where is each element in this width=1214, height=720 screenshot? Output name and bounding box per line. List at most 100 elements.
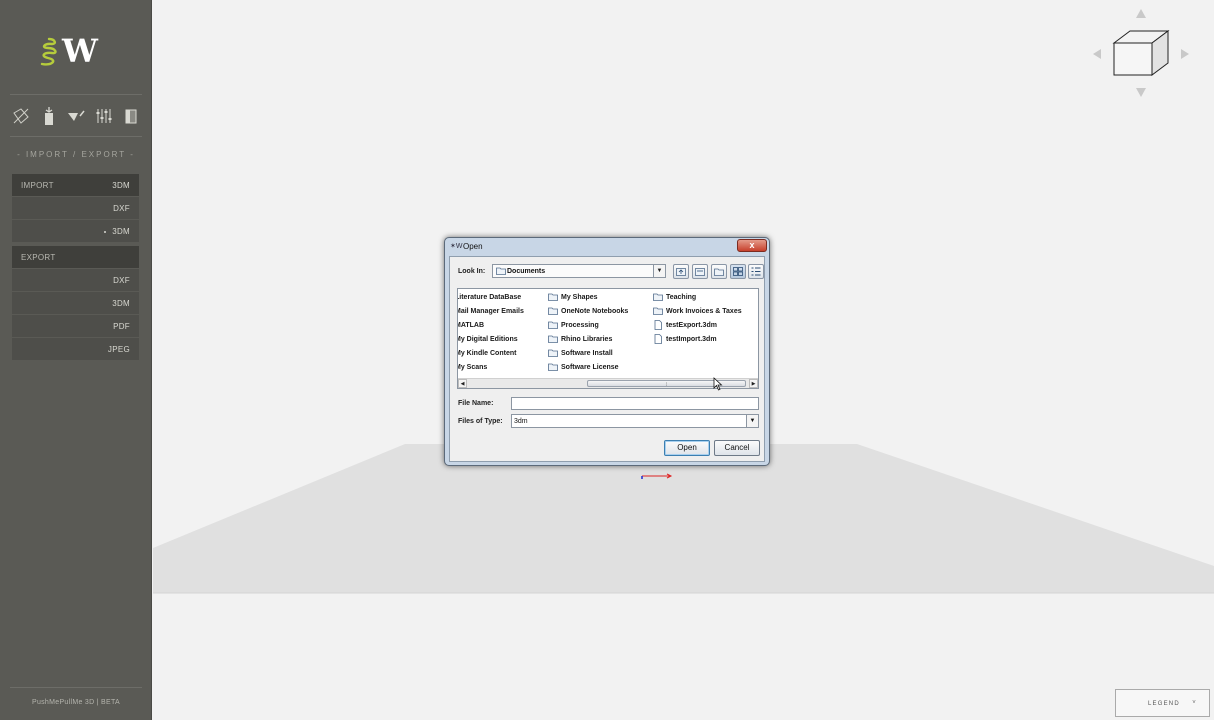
chevron-down-icon: ˅ (1192, 700, 1197, 706)
list-item[interactable]: Work Invoices & Taxes (653, 305, 742, 317)
export-header[interactable]: EXPORT (12, 246, 139, 268)
app-window-icon: ✶W (450, 243, 463, 250)
file-name-input[interactable] (511, 397, 759, 410)
close-button[interactable]: x (737, 239, 767, 252)
list-item-label: Teaching (666, 293, 697, 301)
nav-up-arrow-icon[interactable] (1136, 9, 1146, 18)
open-button[interactable]: Open (664, 440, 710, 456)
list-item-label: Rhino Libraries (561, 335, 613, 343)
logo-letter: W (62, 32, 98, 70)
list-item[interactable]: OneNote Notebooks (548, 305, 628, 317)
export-label: EXPORT (21, 253, 56, 262)
list-item-label: testExport.3dm (666, 321, 717, 329)
list-item[interactable]: Mail Manager Emails (457, 305, 524, 317)
list-item[interactable]: Processing (548, 319, 599, 331)
export-dxf[interactable]: DXF (12, 269, 139, 291)
export-panel-icon[interactable] (120, 105, 142, 127)
look-in-dropdown[interactable]: Documents ▼ (492, 264, 666, 278)
look-in-label: Look In: (458, 268, 486, 275)
import-3dm[interactable]: 3DM (12, 220, 139, 242)
file-list[interactable]: Literature DataBase Mail Manager Emails MA… (457, 288, 759, 389)
list-item-label: MATLAB (457, 321, 485, 329)
import-header[interactable]: IMPORT 3DM (12, 174, 139, 196)
list-item[interactable]: My Digital Editions (457, 333, 518, 345)
file-icon (654, 334, 662, 344)
export-pdf[interactable]: PDF (12, 315, 139, 337)
list-item-label: My Digital Editions (457, 335, 518, 343)
list-view-button[interactable] (730, 264, 746, 279)
list-item-label: Software License (561, 363, 619, 371)
import-label: IMPORT (21, 181, 54, 190)
app-version-label: PushMePullMe 3D | BETA (31, 699, 121, 706)
list-item[interactable]: testExport.3dm (653, 319, 717, 331)
legend-label: LEGEND (1148, 701, 1180, 707)
list-view-icon (733, 267, 743, 276)
new-folder-icon (714, 268, 724, 276)
sliders-icon[interactable] (93, 105, 115, 127)
list-item[interactable]: Literature DataBase (458, 291, 521, 303)
sidebar-divider (10, 687, 142, 688)
list-item[interactable]: Rhino Libraries (548, 333, 612, 345)
legend-toggle[interactable]: LEGEND ˅ (1115, 689, 1210, 717)
sidebar: W - IMPORT / EXPORT - IMPORT 3DM DXF 3DM (0, 0, 152, 720)
list-item[interactable]: testImport.3dm (653, 333, 717, 345)
list-item-label: My Shapes (561, 293, 598, 301)
files-of-type-label: Files of Type: (458, 418, 503, 425)
app-logo: W (38, 34, 118, 70)
folder-icon (548, 307, 558, 315)
view-navigation-cube[interactable] (1090, 8, 1190, 100)
up-folder-icon (676, 268, 686, 276)
scroll-right-icon[interactable]: ▶ (749, 379, 758, 388)
list-item[interactable]: Software Install (548, 347, 613, 359)
import-dxf[interactable]: DXF (12, 197, 139, 219)
paint-bucket-icon[interactable] (65, 105, 87, 127)
export-menu: EXPORT DXF 3DM PDF JPEG (12, 246, 139, 361)
scale-tool-icon[interactable] (10, 105, 32, 127)
list-item-label: My Scans (457, 363, 488, 371)
export-jpeg[interactable]: JPEG (12, 338, 139, 360)
selected-dot (104, 230, 107, 233)
nav-down-arrow-icon[interactable] (1136, 88, 1146, 97)
files-of-type-value: 3dm (514, 418, 528, 425)
folder-icon (548, 349, 558, 357)
dialog-title: Open (463, 242, 483, 251)
scroll-left-icon[interactable]: ◀ (458, 379, 467, 388)
details-view-button[interactable] (748, 264, 764, 279)
list-item[interactable]: Teaching (653, 291, 696, 303)
chevron-down-icon[interactable]: ▼ (746, 415, 758, 427)
sidebar-divider (10, 94, 142, 95)
file-icon (654, 320, 662, 330)
import-header-value: 3DM (112, 181, 130, 190)
list-item[interactable]: My Shapes (548, 291, 598, 303)
folder-icon (548, 335, 558, 343)
files-of-type-dropdown[interactable]: 3dm ▼ (511, 414, 759, 428)
list-item-label: Software Install (561, 349, 613, 357)
tool-bar (8, 103, 144, 129)
cube-icon[interactable] (1112, 30, 1170, 76)
folder-icon (653, 307, 663, 315)
list-item-label: OneNote Notebooks (561, 307, 629, 315)
nav-right-arrow-icon[interactable] (1181, 49, 1189, 59)
up-folder-button[interactable] (673, 264, 689, 279)
home-folder-button[interactable] (692, 264, 708, 279)
new-folder-button[interactable] (711, 264, 727, 279)
mouse-cursor-icon (713, 377, 723, 391)
file-name-label: File Name: (458, 400, 494, 407)
import-menu: IMPORT 3DM DXF 3DM (12, 174, 139, 243)
list-item[interactable]: My Scans (457, 361, 488, 373)
open-file-dialog: ✶W Open x Look In: Documents ▼ Literatur… (444, 237, 770, 466)
compress-tool-icon[interactable] (38, 105, 60, 127)
list-item[interactable]: My Kindle Content (457, 347, 517, 359)
list-item[interactable]: MATLAB (457, 319, 485, 331)
list-item-label: Mail Manager Emails (457, 307, 524, 315)
list-item-label: My Kindle Content (457, 349, 517, 357)
list-item[interactable]: Software License (548, 361, 619, 373)
details-view-icon (751, 267, 761, 276)
nav-left-arrow-icon[interactable] (1093, 49, 1101, 59)
folder-icon (548, 293, 558, 301)
chevron-down-icon[interactable]: ▼ (653, 265, 665, 277)
cancel-button[interactable]: Cancel (714, 440, 760, 456)
look-in-value: Documents (507, 268, 546, 275)
export-3dm[interactable]: 3DM (12, 292, 139, 314)
dialog-titlebar[interactable]: ✶W Open x (445, 238, 769, 256)
